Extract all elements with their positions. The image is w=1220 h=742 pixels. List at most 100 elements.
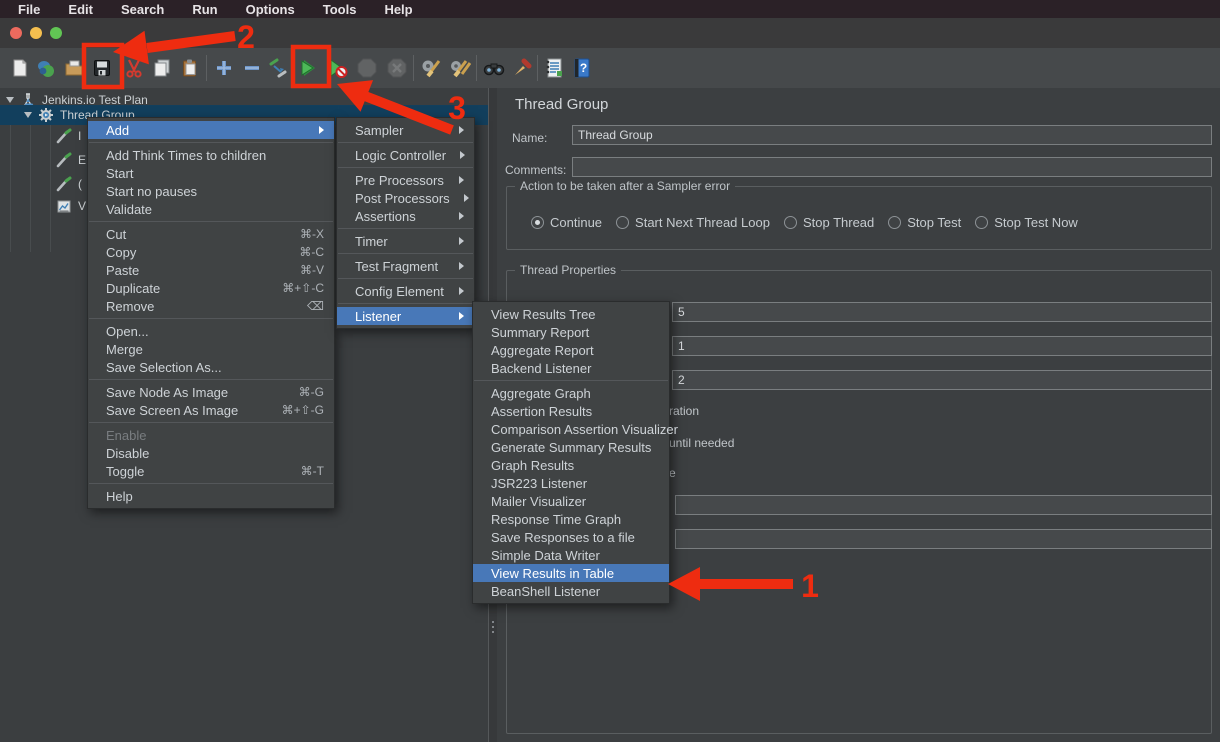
menu-item-copy[interactable]: Copy⌘-C <box>88 243 334 261</box>
copy-icon[interactable] <box>150 55 174 81</box>
radio-dot-icon <box>888 216 901 229</box>
toggle-advanced-icon[interactable] <box>266 55 290 81</box>
menu-item-response-time-graph[interactable]: Response Time Graph <box>473 510 669 528</box>
menu-item-timer[interactable]: Timer <box>337 232 474 250</box>
menu-tools[interactable]: Tools <box>309 2 371 17</box>
menu-search[interactable]: Search <box>107 2 178 17</box>
save-icon[interactable] <box>90 55 114 81</box>
menu-item-simple-data-writer[interactable]: Simple Data Writer <box>473 546 669 564</box>
duration-input[interactable] <box>675 495 1212 515</box>
function-helper-icon[interactable] <box>543 55 567 81</box>
radio-label: Continue <box>550 215 602 230</box>
menu-item-open[interactable]: Open... <box>88 322 334 340</box>
menu-item-save-responses-to-a-file[interactable]: Save Responses to a file <box>473 528 669 546</box>
menu-item-view-results-in-table[interactable]: View Results in Table <box>473 564 669 582</box>
expander-icon[interactable] <box>24 112 32 118</box>
startup-delay-input[interactable] <box>675 529 1212 549</box>
menu-item-start[interactable]: Start <box>88 164 334 182</box>
menu-separator <box>89 142 333 143</box>
menu-item-summary-report[interactable]: Summary Report <box>473 323 669 341</box>
menu-item-aggregate-graph[interactable]: Aggregate Graph <box>473 384 669 402</box>
splitter-grip-icon[interactable] <box>492 618 494 636</box>
radio-stop-thread[interactable]: Stop Thread <box>784 215 874 230</box>
name-input[interactable] <box>572 125 1212 145</box>
menu-item-backend-listener[interactable]: Backend Listener <box>473 359 669 377</box>
menu-item-mailer-visualizer[interactable]: Mailer Visualizer <box>473 492 669 510</box>
menu-item-toggle[interactable]: Toggle⌘-T <box>88 462 334 480</box>
radio-start-next-thread-loop[interactable]: Start Next Thread Loop <box>616 215 770 230</box>
menu-item-graph-results[interactable]: Graph Results <box>473 456 669 474</box>
menu-item-save-screen-as-image[interactable]: Save Screen As Image⌘+⇧-G <box>88 401 334 419</box>
menu-item-save-selection-as[interactable]: Save Selection As... <box>88 358 334 376</box>
minimize-window-button[interactable] <box>30 27 42 39</box>
menu-item-assertion-results[interactable]: Assertion Results <box>473 402 669 420</box>
menu-item-add[interactable]: Add <box>88 121 334 139</box>
menu-item-cut[interactable]: Cut⌘-X <box>88 225 334 243</box>
menu-item-add-think-times[interactable]: Add Think Times to children <box>88 146 334 164</box>
menu-item-paste[interactable]: Paste⌘-V <box>88 261 334 279</box>
search-reset-icon[interactable] <box>510 55 534 81</box>
close-window-button[interactable] <box>10 27 22 39</box>
clear-all-icon[interactable] <box>448 55 472 81</box>
menu-item-assertions[interactable]: Assertions <box>337 207 474 225</box>
loop-count-input[interactable] <box>672 370 1212 390</box>
menu-item-remove[interactable]: Remove⌫ <box>88 297 334 315</box>
templates-icon[interactable] <box>34 55 58 81</box>
cut-icon[interactable] <box>122 55 146 81</box>
submenu-arrow-icon <box>319 126 324 134</box>
menu-item-view-results-tree[interactable]: View Results Tree <box>473 305 669 323</box>
zoom-window-button[interactable] <box>50 27 62 39</box>
menu-item-merge[interactable]: Merge <box>88 340 334 358</box>
menu-item-jsr223-listener[interactable]: JSR223 Listener <box>473 474 669 492</box>
menu-run[interactable]: Run <box>178 2 231 17</box>
titlebar <box>0 18 1220 49</box>
number-of-threads-input[interactable] <box>672 302 1212 322</box>
menu-item-duplicate[interactable]: Duplicate⌘+⇧-C <box>88 279 334 297</box>
clear-icon[interactable] <box>419 55 443 81</box>
menu-item-logic-controller[interactable]: Logic Controller <box>337 146 474 164</box>
menu-file[interactable]: File <box>0 2 54 17</box>
new-file-icon[interactable] <box>8 55 32 81</box>
submenu-arrow-icon <box>459 126 464 134</box>
menu-options[interactable]: Options <box>232 2 309 17</box>
start-icon[interactable] <box>297 55 321 81</box>
menu-item-test-fragment[interactable]: Test Fragment <box>337 257 474 275</box>
menu-item-aggregate-report[interactable]: Aggregate Report <box>473 341 669 359</box>
radio-stop-test-now[interactable]: Stop Test Now <box>975 215 1078 230</box>
radio-continue[interactable]: Continue <box>531 215 602 230</box>
help-icon[interactable]: ? <box>571 55 595 81</box>
menu-item-config-element[interactable]: Config Element <box>337 282 474 300</box>
menu-separator <box>338 167 473 168</box>
menu-item-validate[interactable]: Validate <box>88 200 334 218</box>
expander-icon[interactable] <box>6 97 14 103</box>
start-no-pauses-icon[interactable] <box>326 55 350 81</box>
radio-stop-test[interactable]: Stop Test <box>888 215 961 230</box>
tree-node-label: E <box>78 153 86 167</box>
menu-edit[interactable]: Edit <box>54 2 107 17</box>
menu-separator <box>338 253 473 254</box>
menu-item-post-processors[interactable]: Post Processors <box>337 189 474 207</box>
menu-item-comparison-assertion-visualizer[interactable]: Comparison Assertion Visualizer <box>473 420 669 438</box>
sampler-icon <box>56 128 72 144</box>
radio-label: Stop Thread <box>803 215 874 230</box>
jmeter-window: File Edit Search Run Options Tools Help <box>0 0 1220 742</box>
menu-item-help[interactable]: Help <box>88 487 334 505</box>
comments-input[interactable] <box>572 157 1212 177</box>
paste-icon[interactable] <box>178 55 202 81</box>
menu-item-generate-summary-results[interactable]: Generate Summary Results <box>473 438 669 456</box>
menu-item-disable[interactable]: Disable <box>88 444 334 462</box>
add-submenu: Sampler Logic Controller Pre Processors … <box>336 117 475 329</box>
menu-help[interactable]: Help <box>370 2 426 17</box>
search-icon[interactable] <box>482 55 506 81</box>
expand-all-icon[interactable] <box>212 55 236 81</box>
collapse-all-icon[interactable] <box>240 55 264 81</box>
menu-item-sampler[interactable]: Sampler <box>337 121 474 139</box>
menu-item-listener[interactable]: Listener <box>337 307 474 325</box>
menu-item-start-no-pauses[interactable]: Start no pauses <box>88 182 334 200</box>
open-icon[interactable] <box>62 55 86 81</box>
menu-item-pre-processors[interactable]: Pre Processors <box>337 171 474 189</box>
menu-item-save-node-as-image[interactable]: Save Node As Image⌘-G <box>88 383 334 401</box>
toolbar-separator <box>537 55 538 81</box>
menu-item-beanshell-listener[interactable]: BeanShell Listener <box>473 582 669 600</box>
ramp-up-period-input[interactable] <box>672 336 1212 356</box>
